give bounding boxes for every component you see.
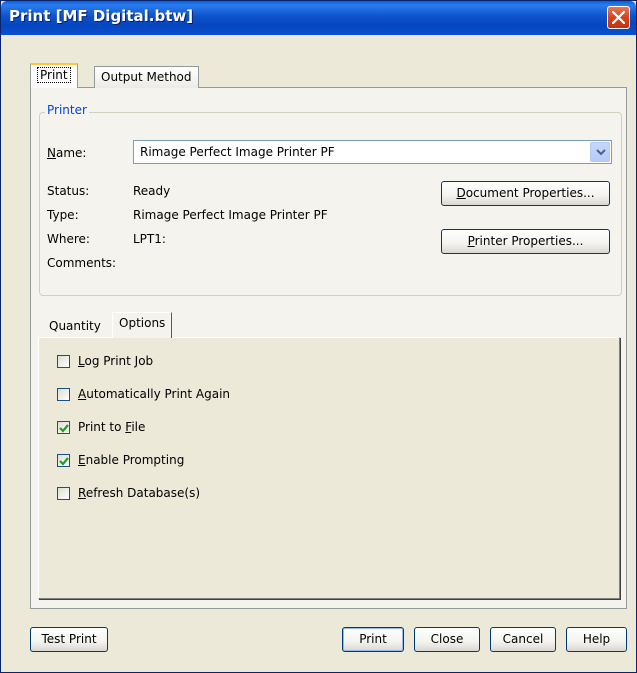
options-panel — [38, 337, 620, 599]
tab-output-method-label: Output Method — [101, 70, 192, 84]
help-button[interactable]: Help — [566, 627, 627, 652]
enable-prompting-checkbox[interactable] — [57, 454, 70, 467]
where-label: Where: — [47, 232, 90, 246]
print-button[interactable]: Print — [342, 627, 404, 652]
test-print-button[interactable]: Test Print — [30, 627, 108, 652]
printer-name-value: Rimage Perfect Image Printer PF — [140, 145, 335, 159]
checkmark-icon — [59, 424, 69, 433]
subtab-options[interactable]: Options — [112, 312, 173, 338]
tab-print[interactable]: Print — [30, 63, 78, 88]
close-window-button[interactable] — [607, 6, 630, 29]
printer-group-title: Printer — [45, 103, 89, 117]
subtab-quantity-label: Quantity — [49, 319, 101, 333]
type-label: Type: — [47, 208, 79, 222]
subtab-quantity[interactable]: Quantity — [42, 315, 108, 337]
comments-label: Comments: — [47, 256, 117, 270]
close-button[interactable]: Close — [414, 627, 480, 652]
enable-prompting-label: Enable Prompting — [78, 453, 185, 467]
automatically-print-again-label: Automatically Print Again — [78, 387, 231, 401]
status-value: Ready — [133, 184, 171, 198]
automatically-print-again-checkbox[interactable] — [57, 388, 70, 401]
name-label: Name: — [47, 146, 87, 160]
tab-print-label: Print — [37, 67, 71, 83]
cancel-button[interactable]: Cancel — [490, 627, 556, 652]
close-icon — [612, 11, 625, 24]
refresh-databases-checkbox[interactable] — [57, 487, 70, 500]
subtab-options-label: Options — [119, 316, 166, 330]
printer-properties-button[interactable]: Printer Properties... — [441, 229, 610, 254]
document-properties-button[interactable]: Document Properties... — [441, 181, 610, 206]
title-bar[interactable]: Print [MF Digital.btw] — [1, 1, 636, 35]
checkmark-icon — [59, 457, 69, 466]
refresh-databases-label: Refresh Database(s) — [78, 486, 201, 500]
print-to-file-label: Print to File — [78, 420, 146, 434]
print-to-file-checkbox[interactable] — [57, 421, 70, 434]
type-value: Rimage Perfect Image Printer PF — [133, 208, 328, 222]
where-value: LPT1: — [133, 232, 166, 246]
print-dialog: Print [MF Digital.btw] Print Output Meth… — [0, 0, 637, 673]
log-print-job-checkbox[interactable] — [57, 355, 70, 368]
dropdown-arrow-button[interactable] — [590, 142, 610, 162]
printer-name-dropdown[interactable]: Rimage Perfect Image Printer PF — [133, 140, 612, 164]
window-title: Print [MF Digital.btw] — [9, 7, 194, 25]
log-print-job-label: Log Print Job — [78, 354, 154, 368]
chevron-down-icon — [596, 149, 606, 156]
status-label: Status: — [47, 184, 90, 198]
tab-output-method[interactable]: Output Method — [94, 66, 199, 88]
